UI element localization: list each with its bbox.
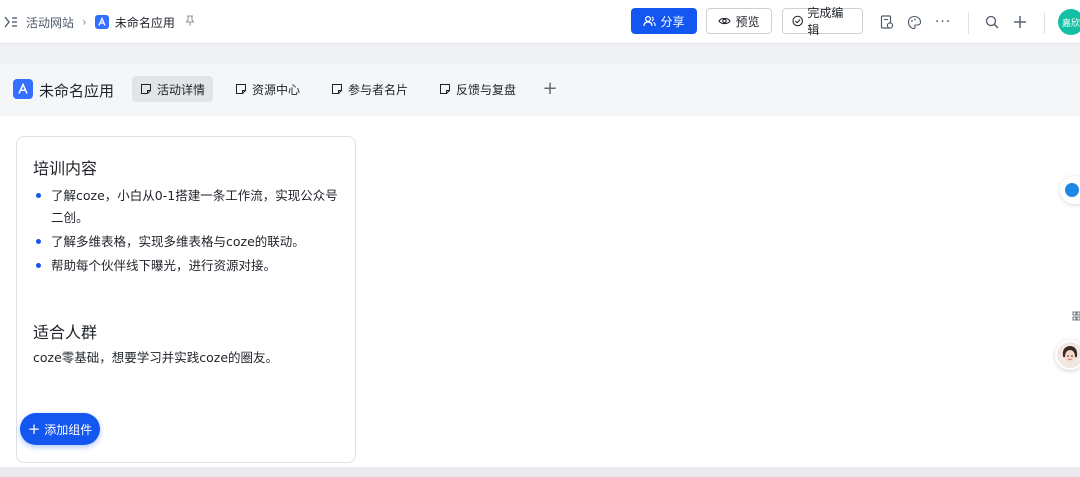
tab-participant-cards[interactable]: 参与者名片 (323, 76, 416, 102)
preview-button[interactable]: 预览 (706, 8, 772, 34)
tab-label: 活动详情 (157, 82, 206, 97)
add-tab-button[interactable]: + (540, 78, 560, 99)
app-icon (94, 15, 109, 29)
add-component-label: 添加组件 (44, 422, 93, 437)
list-item: 了解多维表格，实现多维表格与coze的联动。 (33, 231, 343, 253)
pin-icon[interactable] (185, 15, 195, 29)
tab-activity-details[interactable]: 活动详情 (132, 76, 214, 102)
app-title: 未命名应用 (39, 82, 115, 100)
tab-label: 资源中心 (252, 82, 301, 97)
list-item: 帮助每个伙伴线下曝光，进行资源对接。 (33, 255, 343, 277)
tab-label: 参与者名片 (348, 82, 409, 97)
eye-icon (718, 17, 732, 25)
top-bar: 活动网站 › 未命名应用 分享 预览 完成编辑 ··· 嘉欣 (0, 0, 1080, 44)
plus-icon: + (27, 420, 41, 438)
breadcrumb: 活动网站 › 未命名应用 (0, 0, 195, 44)
collaborator-avatar[interactable] (1055, 340, 1080, 370)
breadcrumb-site-link[interactable]: 活动网站 (26, 14, 74, 31)
tab-feedback-review[interactable]: 反馈与复盘 (431, 76, 524, 102)
finish-label: 完成编辑 (807, 6, 844, 37)
training-title: 培训内容 (33, 159, 98, 178)
page-icon (141, 84, 151, 94)
training-list: 了解coze，小白从0-1搭建一条工作流，实现公众号二创。 了解多维表格，实现多… (33, 185, 343, 279)
app-header: 未命名应用 活动详情 资源中心 参与者名片 反馈与复盘 + (0, 64, 1080, 116)
user-avatar[interactable]: 嘉欣 (1058, 9, 1080, 35)
finish-editing-button[interactable]: 完成编辑 (782, 6, 863, 37)
search-icon[interactable] (982, 12, 1002, 32)
share-users-icon (643, 15, 657, 27)
check-circle-icon (792, 15, 803, 27)
tab-label: 反馈与复盘 (456, 82, 517, 97)
more-options-icon[interactable]: ··· (933, 12, 953, 32)
audience-title: 适合人群 (33, 323, 98, 342)
breadcrumb-current: 未命名应用 (114, 15, 175, 30)
bottom-scroll-strip (0, 467, 1080, 477)
share-button[interactable]: 分享 (631, 8, 697, 34)
add-component-button[interactable]: + 添加组件 (20, 413, 100, 445)
tab-resource-center[interactable]: 资源中心 (227, 76, 308, 102)
page-icon (332, 84, 342, 94)
page-canvas: 培训内容 了解coze，小白从0-1搭建一条工作流，实现公众号二创。 了解多维表… (0, 116, 1080, 467)
grid-apps-icon[interactable] (1066, 306, 1080, 330)
audience-text: coze零基础，想要学习并实践coze的圈友。 (33, 350, 279, 365)
page-settings-icon[interactable] (877, 12, 897, 32)
assistant-icon (1065, 183, 1079, 197)
preview-label: 预览 (735, 14, 760, 29)
list-item: 了解coze，小白从0-1搭建一条工作流，实现公众号二创。 (33, 185, 343, 229)
toolbar-divider (968, 12, 969, 34)
toolbar-divider-2 (1044, 12, 1045, 34)
add-icon[interactable] (1010, 12, 1030, 32)
breadcrumb-separator: › (82, 15, 87, 29)
theme-palette-icon[interactable] (904, 12, 924, 32)
share-label: 分享 (660, 14, 685, 29)
app-logo-icon (13, 79, 33, 99)
page-icon (440, 84, 450, 94)
person-avatar-icon (1062, 346, 1078, 362)
sidebar-toggle-icon[interactable] (2, 14, 20, 30)
page-icon (236, 84, 246, 94)
assistant-float-button[interactable] (1060, 176, 1080, 204)
